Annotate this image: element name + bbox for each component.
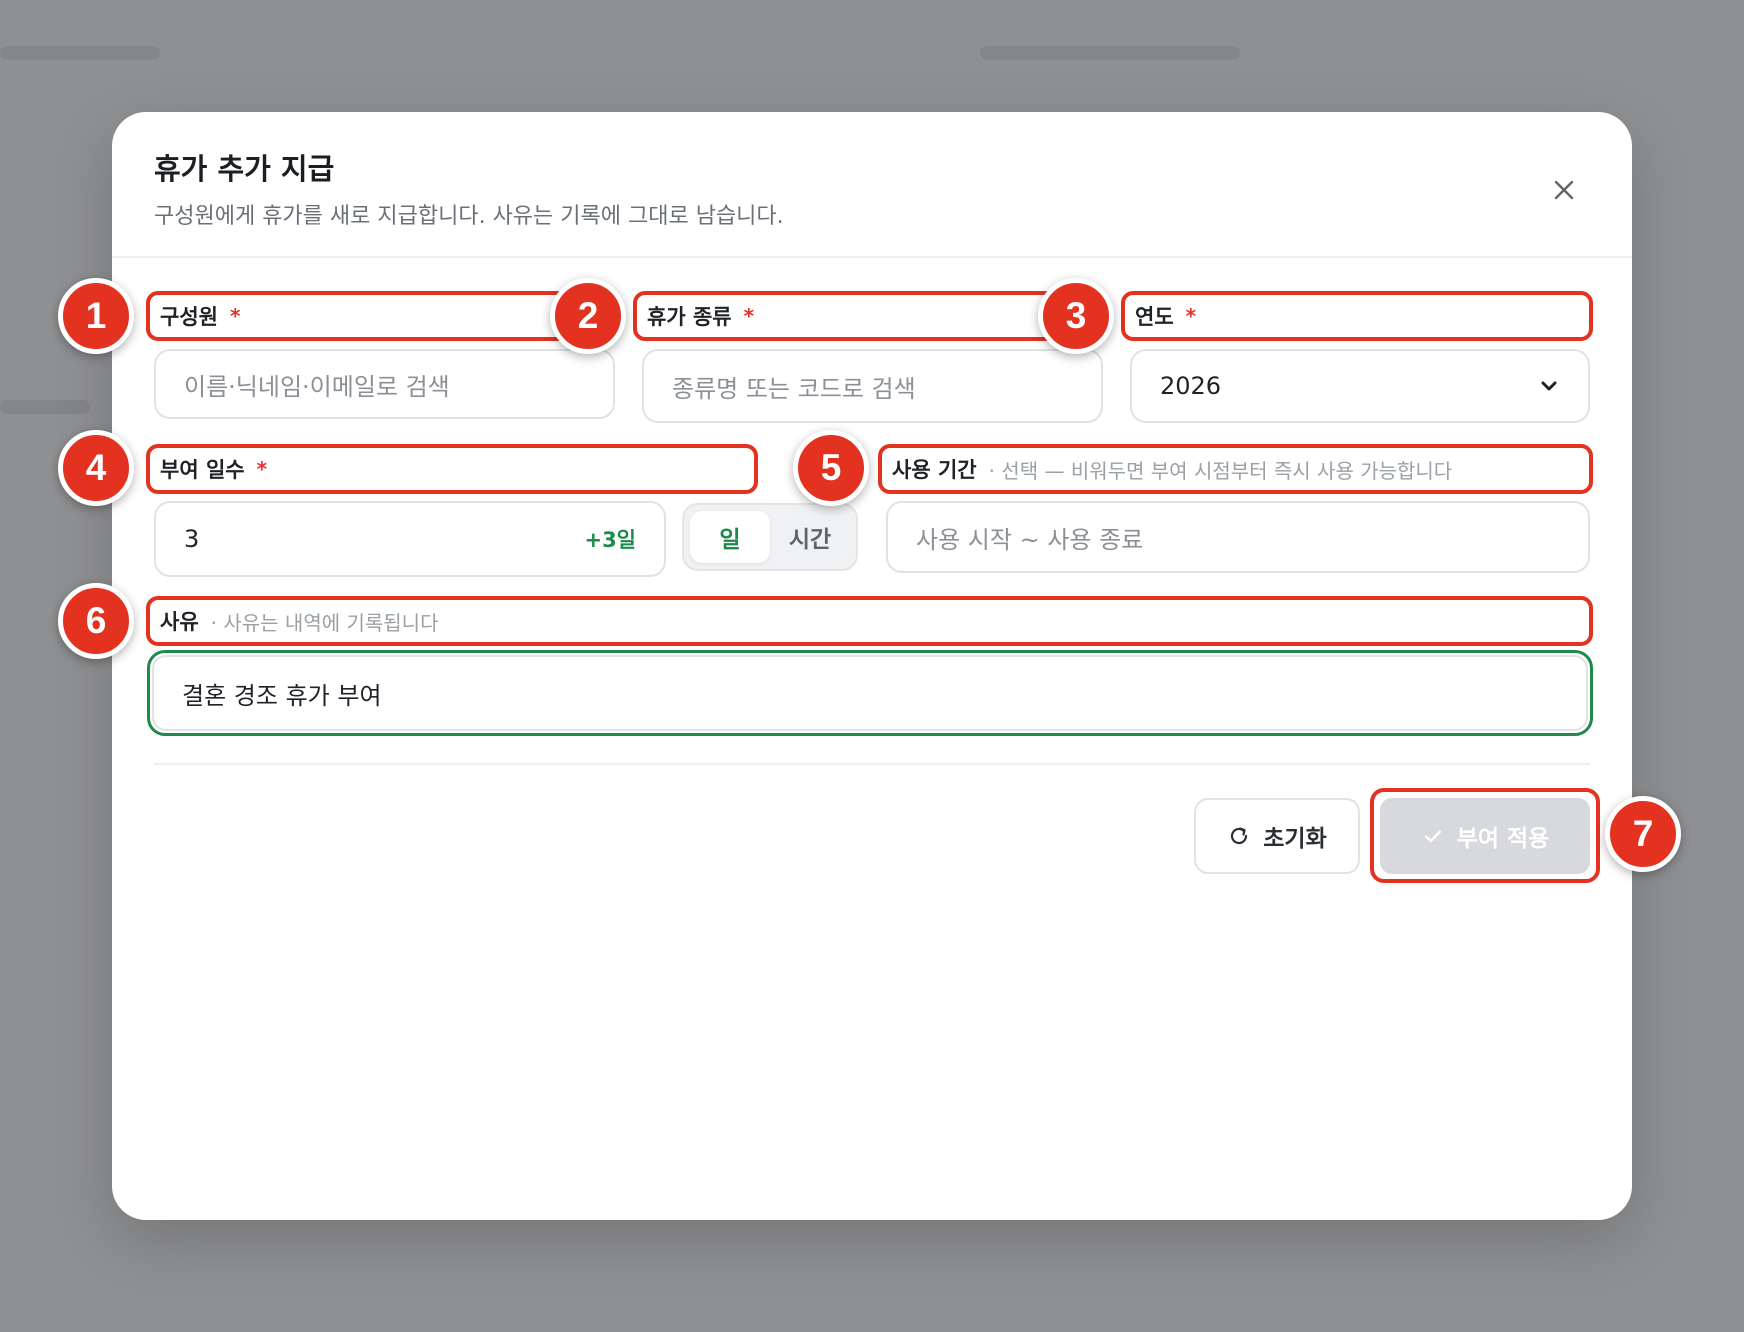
grant-leave-modal: 휴가 추가 지급 구성원에게 휴가를 새로 지급합니다. 사유는 기록에 그대로… [112,112,1632,1220]
period-label: 사용 기간 · 선택 — 비워두면 부여 시점부터 즉시 사용 가능합니다 [878,444,1593,494]
annotation-badge-5: 5 [793,430,869,506]
chevron-down-icon [1541,381,1557,391]
annotation-badge-6: 6 [58,583,134,659]
annotation-badge-3: 3 [1038,278,1114,354]
check-icon [1424,830,1441,843]
reset-button[interactable]: 초기화 [1194,798,1360,874]
period-date-range-input[interactable]: 사용 시작 ~ 사용 종료 [886,501,1590,573]
modal-title: 휴가 추가 지급 [154,152,335,186]
reason-label: 사유 · 사유는 내역에 기록됩니다 [146,596,1593,646]
annotation-badge-1: 1 [58,278,134,354]
days-label: 부여 일수 * [146,444,758,494]
close-button[interactable] [1546,172,1582,208]
modal-header: 휴가 추가 지급 구성원에게 휴가를 새로 지급합니다. 사유는 기록에 그대로… [112,112,1632,258]
annotation-badge-7: 7 [1605,796,1681,872]
background-text [0,400,90,414]
year-select[interactable]: 2026 [1130,349,1590,423]
member-search-input[interactable]: 이름·닉네임·이메일로 검색 [154,349,615,419]
reason-input-focus-ring: 결혼 경조 휴가 부여 [147,650,1593,736]
footer-divider [154,763,1590,765]
close-icon [1554,180,1574,200]
leave-type-label: 휴가 종류 * [633,291,1063,341]
refresh-icon [1231,827,1248,845]
modal-subtitle: 구성원에게 휴가를 새로 지급합니다. 사유는 기록에 그대로 남습니다. [154,204,784,229]
member-label: 구성원 * [146,291,584,341]
unit-option-day[interactable]: 일 [690,511,770,563]
days-input[interactable]: 3 +3일 [154,501,666,577]
leave-type-search-input[interactable]: 종류명 또는 코드로 검색 [642,349,1103,423]
background-text [0,46,160,60]
annotation-badge-2: 2 [550,278,626,354]
annotation-badge-4: 4 [58,430,134,506]
unit-option-hour[interactable]: 시간 [770,511,850,563]
background-text [980,46,1240,60]
unit-toggle: 일 시간 [682,503,858,571]
reason-input[interactable]: 결혼 경조 휴가 부여 [152,655,1588,731]
year-label: 연도 * [1121,291,1593,341]
apply-button[interactable]: 부여 적용 [1380,798,1590,874]
days-preview: +3일 [584,528,636,552]
